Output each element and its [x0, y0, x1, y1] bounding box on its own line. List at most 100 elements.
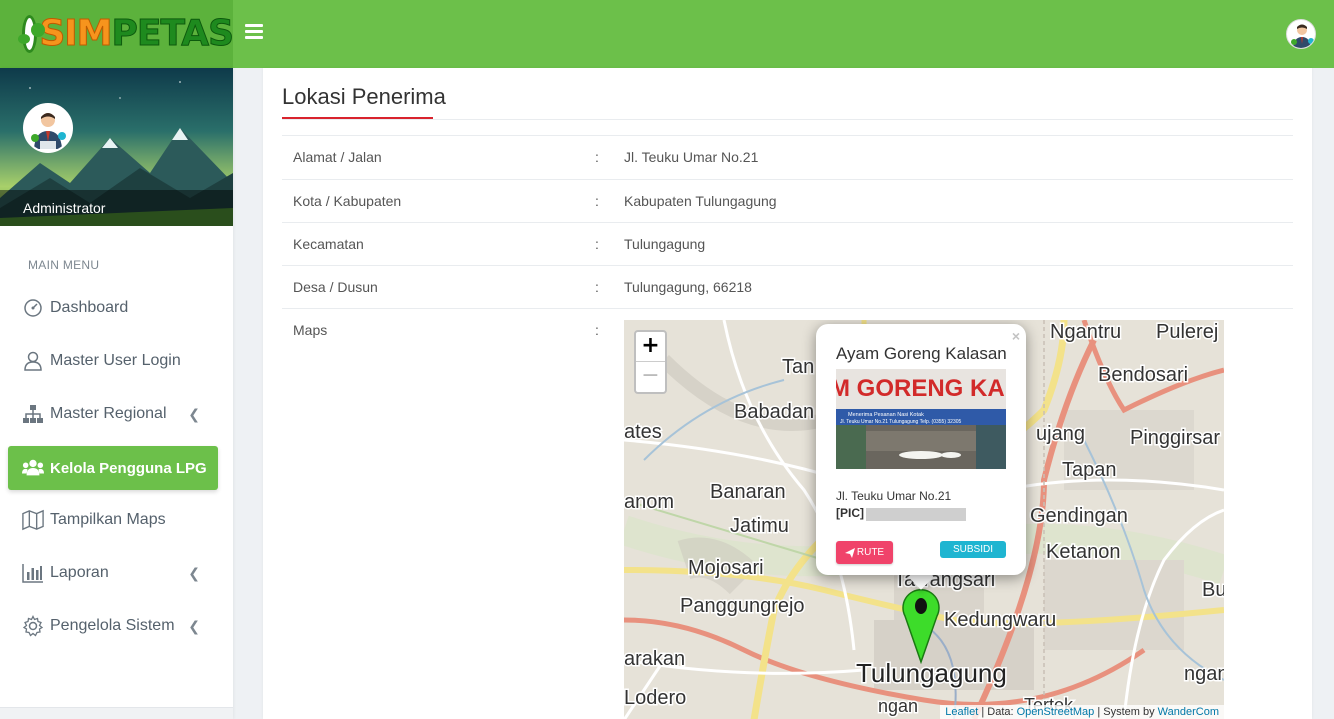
photo-sign-sub2: Jl. Teuku Umar No.21 Tulungagung Telp. (…	[840, 419, 962, 425]
content-card: Lokasi Penerima Alamat / Jalan : Jl. Teu…	[263, 68, 1312, 719]
map-label-tertek: ngan	[878, 696, 918, 716]
profile-name: Administrator	[0, 190, 233, 226]
sidebar-item-label: Kelola Pengguna LPG	[50, 459, 207, 477]
row-label: Desa / Dusun	[293, 279, 378, 295]
top-navbar: SIMPETAS	[0, 0, 1334, 68]
map-label-panggungrejo: Panggungrejo	[680, 595, 805, 617]
shop-photo: M GORENG KALAS Menerima Pesanan Nasi Kot…	[836, 369, 1006, 469]
row-separator: :	[595, 322, 599, 338]
popup-title: Ayam Goreng Kalasan	[836, 344, 1007, 363]
brand-text-petas: PETAS	[111, 13, 235, 54]
globe-icon	[18, 15, 46, 53]
zoom-in-button[interactable]: +	[636, 332, 665, 362]
sidebar: Administrator MAIN MENU Dashboard Master…	[0, 68, 233, 719]
paper-plane-icon	[844, 547, 855, 558]
rute-button[interactable]: RUTE	[836, 541, 893, 564]
chevron-left-icon: ❮	[188, 565, 200, 581]
row-separator: :	[595, 279, 599, 295]
sidebar-item-label: Master Regional	[50, 405, 167, 422]
map-label-mojosari: Mojosari	[688, 557, 764, 579]
user-avatar[interactable]	[1286, 19, 1316, 49]
sitemap-icon	[22, 403, 44, 425]
wandercom-link[interactable]: WanderCom	[1158, 706, 1219, 718]
map-label-pulerej: Pulerej	[1156, 321, 1218, 343]
hamburger-menu-icon[interactable]	[245, 24, 263, 40]
map-label-jatimu: Jatimu	[730, 515, 789, 537]
users-icon	[22, 457, 44, 479]
row-value: Kabupaten Tulungagung	[624, 193, 777, 209]
row-label: Kecamatan	[293, 236, 364, 252]
sidebar-item-label: Master User Login	[50, 352, 181, 369]
page-title: Lokasi Penerima	[282, 84, 446, 109]
map-label-pinggirsar: Pinggirsar	[1130, 427, 1220, 449]
map-label-arakan: arakan	[624, 648, 685, 670]
sidebar-item-kelola-pengguna-lpg[interactable]: Kelola Pengguna LPG	[8, 446, 218, 490]
info-row-desa: Desa / Dusun : Tulungagung, 66218	[282, 265, 1293, 308]
gear-icon	[22, 615, 44, 637]
sidebar-item-master-regional[interactable]: Master Regional ❮	[8, 392, 218, 436]
profile-avatar[interactable]	[23, 103, 73, 153]
zoom-out-button[interactable]: −	[636, 362, 665, 392]
sidebar-item-tampilkan-maps[interactable]: Tampilkan Maps	[8, 498, 218, 542]
map-label-tan: Tan	[782, 356, 814, 378]
info-row-kecamatan: Kecamatan : Tulungagung	[282, 222, 1293, 265]
info-row-kota: Kota / Kabupaten : Kabupaten Tulungagung	[282, 179, 1293, 222]
brand-text-sim: SIM	[39, 13, 113, 54]
row-value: Tulungagung	[624, 236, 706, 252]
photo-sign-sub: Menerima Pesanan Nasi Kotak	[848, 412, 924, 418]
sidebar-item-dashboard[interactable]: Dashboard	[8, 286, 218, 330]
profile-banner: Administrator	[0, 68, 233, 226]
subsidi-badge: SUBSIDI	[940, 541, 1006, 558]
map-attribution: Leaflet | Data: OpenStreetMap | System b…	[940, 705, 1224, 719]
map-label-ngantru: Ngantru	[1050, 321, 1121, 343]
popup-close-button[interactable]: ×	[1012, 328, 1020, 344]
map-label-banaran: Banaran	[710, 481, 786, 503]
map-label-ngan: Lodero	[624, 687, 686, 709]
sidebar-item-label: Pengelola Sistem	[50, 617, 175, 634]
map-label-ujang: ujang	[1036, 423, 1085, 445]
bar-chart-icon	[22, 562, 44, 584]
photo-sign-main: M GORENG KALAS	[836, 375, 1006, 402]
map-label-anom: anom	[624, 491, 674, 513]
map-label-lodero: ngan	[1184, 663, 1224, 685]
leaflet-map[interactable]: Ngantru Pulerej Tan Bendosari Babadan at…	[624, 320, 1224, 719]
dashboard-icon	[22, 297, 44, 319]
sidebar-item-label: Laporan	[50, 564, 109, 581]
info-row-alamat: Alamat / Jalan : Jl. Teuku Umar No.21	[282, 135, 1293, 178]
brand-logo[interactable]: SIMPETAS	[0, 0, 235, 68]
leaflet-link[interactable]: Leaflet	[945, 706, 978, 718]
row-separator: :	[595, 149, 599, 165]
title-divider	[282, 119, 1293, 120]
chevron-left-icon: ❮	[188, 406, 200, 422]
map-label-bendosari: Bendosari	[1098, 364, 1188, 386]
row-label: Kota / Kabupaten	[293, 193, 402, 209]
row-value: Tulungagung, 66218	[624, 279, 752, 295]
main-menu-title: MAIN MENU	[28, 258, 100, 272]
map-label-ates: ates	[624, 421, 662, 443]
popup-pic-label: [PIC]	[836, 506, 864, 520]
sidebar-item-master-user-login[interactable]: Master User Login	[8, 339, 218, 383]
map-marker-icon[interactable]	[901, 586, 941, 664]
row-value: Jl. Teuku Umar No.21	[624, 149, 759, 165]
zoom-control: + −	[634, 330, 667, 394]
map-popup: × Ayam Goreng Kalasan M GORENG KALAS Men…	[816, 324, 1026, 575]
map-label-bulu: Bulu	[1202, 579, 1224, 601]
sidebar-item-label: Tampilkan Maps	[50, 511, 166, 528]
sidebar-item-label: Dashboard	[50, 299, 129, 316]
row-separator: :	[595, 193, 599, 209]
sidebar-item-pengelola-sistem[interactable]: Pengelola Sistem ❮	[8, 604, 218, 648]
row-label: Maps	[293, 322, 328, 338]
row-label: Alamat / Jalan	[293, 149, 382, 165]
row-separator: :	[595, 236, 599, 252]
map-icon	[22, 509, 44, 531]
chevron-left-icon: ❮	[188, 618, 200, 634]
user-icon	[22, 350, 44, 372]
map-label-ketanon: Ketanon	[1046, 541, 1121, 563]
map-label-tapan: Tapan	[1062, 459, 1117, 481]
sidebar-footer	[0, 707, 233, 719]
openstreetmap-link[interactable]: OpenStreetMap	[1017, 706, 1095, 718]
sidebar-item-laporan[interactable]: Laporan ❮	[8, 551, 218, 595]
map-label-kedungwaru: Kedungwaru	[944, 609, 1056, 631]
popup-address: Jl. Teuku Umar No.21	[836, 489, 952, 503]
pic-redacted-value	[866, 508, 966, 521]
